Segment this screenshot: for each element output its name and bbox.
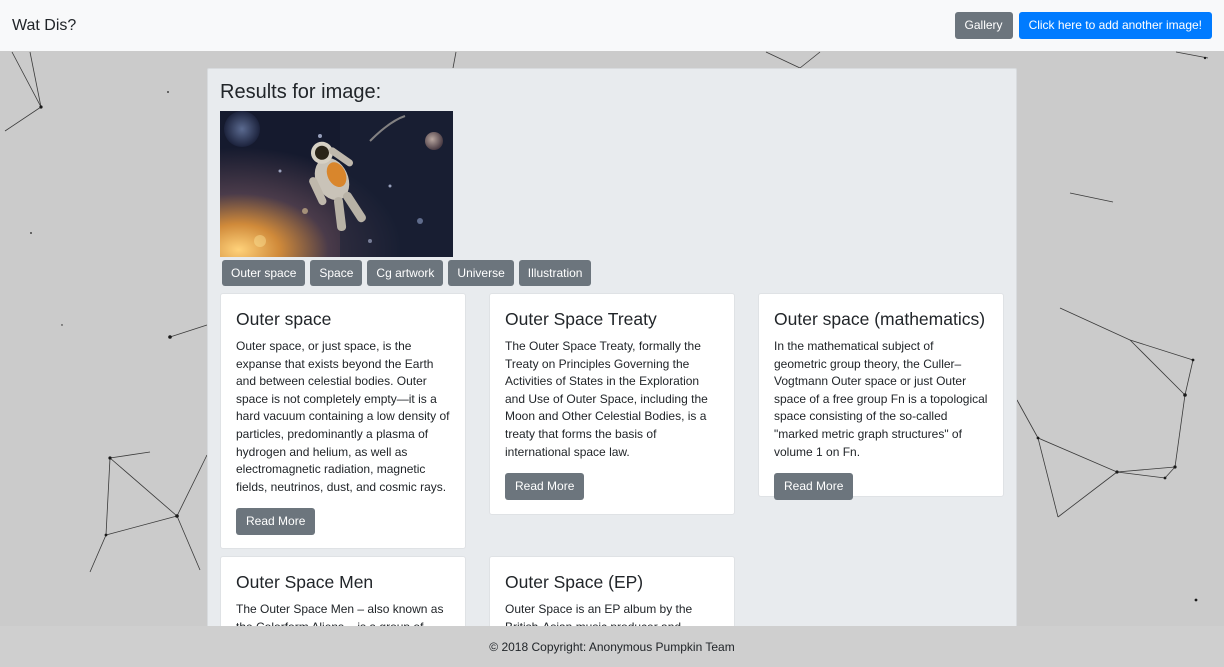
gallery-button[interactable]: Gallery — [954, 12, 1013, 39]
tag-universe[interactable]: Universe — [448, 260, 514, 286]
astronaut-image — [220, 111, 453, 257]
page-footer: © 2018 Copyright: Anonymous Pumpkin Team — [0, 626, 1224, 667]
tag-illustration[interactable]: Illustration — [518, 260, 592, 286]
tag-space[interactable]: Space — [310, 260, 363, 286]
read-more-button[interactable]: Read More — [236, 508, 316, 536]
result-card-outer-space: Outer space Outer space, or just space, … — [220, 293, 466, 549]
card-title: Outer Space Treaty — [505, 309, 657, 329]
footer-copyright: © 2018 Copyright: Anonymous Pumpkin Team — [489, 639, 735, 654]
card-text: In the mathematical subject of geometric… — [774, 339, 988, 459]
tag-cg-artwork[interactable]: Cg artwork — [367, 260, 444, 286]
card-title: Outer space — [236, 309, 332, 329]
result-card-outer-space-mathematics: Outer space (mathematics) In the mathema… — [758, 293, 1004, 501]
navbar-actions: Gallery Click here to add another image! — [954, 12, 1212, 39]
brand-title[interactable]: Wat Dis? — [12, 17, 76, 35]
card-text: The Outer Space Treaty, formally the Tre… — [505, 339, 708, 459]
results-panel: Results for image: Outer space Space Cg … — [207, 68, 1017, 648]
top-navbar: Wat Dis? Gallery Click here to add anoth… — [0, 0, 1224, 51]
card-title: Outer space (mathematics) — [774, 309, 986, 329]
add-image-button[interactable]: Click here to add another image! — [1018, 12, 1212, 39]
tag-list: Outer space Space Cg artwork Universe Il… — [222, 260, 592, 286]
uploaded-image-astronaut — [220, 111, 453, 257]
read-more-button[interactable]: Read More — [774, 473, 854, 501]
card-text: Outer space, or just space, is the expan… — [236, 339, 450, 494]
card-title: Outer Space Men — [236, 572, 374, 592]
result-card-outer-space-treaty: Outer Space Treaty The Outer Space Treat… — [489, 293, 735, 515]
read-more-button[interactable]: Read More — [505, 473, 585, 501]
card-title: Outer Space (EP) — [505, 572, 644, 592]
tag-outer-space[interactable]: Outer space — [222, 260, 306, 286]
results-heading: Results for image: — [220, 81, 382, 103]
